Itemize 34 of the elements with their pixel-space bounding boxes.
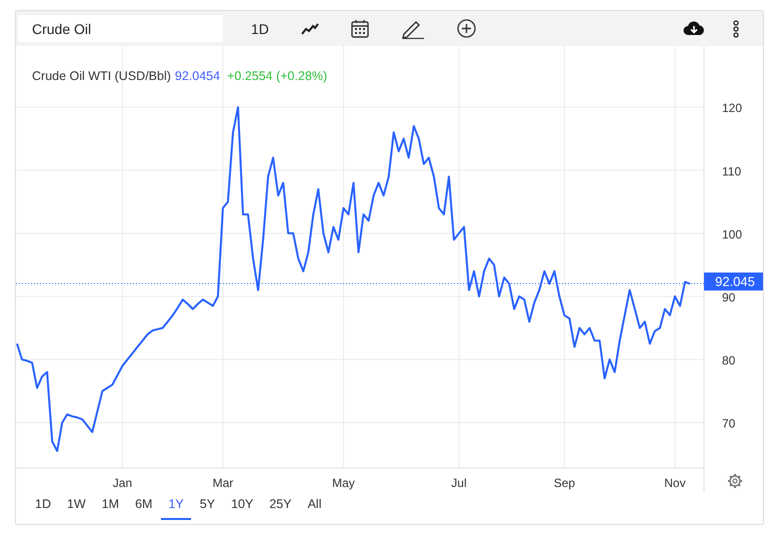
range-tab[interactable]: 5Y: [192, 493, 222, 520]
range-tab[interactable]: All: [300, 493, 328, 520]
search-field[interactable]: Crude Oil: [18, 15, 223, 42]
pencil-icon[interactable]: [400, 18, 425, 38]
range-tab[interactable]: 1M: [94, 493, 126, 520]
range-tab[interactable]: 25Y: [262, 493, 299, 520]
axis-label: 120: [722, 101, 742, 116]
axis-label: 100: [722, 227, 742, 242]
axis-label: 90: [722, 290, 736, 304]
axis-label: Jan: [112, 476, 132, 490]
axis-label: 110: [722, 164, 742, 178]
axis-label: Jul: [451, 476, 467, 490]
axis-label: Mar: [212, 476, 234, 490]
interval-button[interactable]: 1D: [251, 20, 269, 36]
axis-label: Sep: [554, 476, 576, 490]
last-price: 92.0454: [174, 69, 220, 83]
axis-label: 70: [722, 416, 736, 431]
price-tag: 92.045: [704, 272, 763, 291]
range-tab[interactable]: 10Y: [224, 493, 260, 520]
range-tab[interactable]: 1D: [28, 493, 58, 520]
instrument-name: Crude Oil WTI (USD/Bbl): [32, 69, 171, 83]
settings-icon[interactable]: [728, 474, 742, 488]
axis-label: May: [332, 476, 355, 490]
price-change: +0.2554 (+0.28%): [227, 69, 328, 83]
cloud-download-icon[interactable]: [683, 21, 705, 36]
line-chart-icon[interactable]: [300, 22, 319, 34]
add-icon[interactable]: [456, 19, 476, 38]
more-icon[interactable]: [733, 20, 739, 38]
axis-label: 80: [722, 354, 736, 368]
calendar-icon[interactable]: [350, 19, 369, 38]
axis-label: Nov: [664, 476, 686, 490]
range-tab[interactable]: 6M: [128, 493, 160, 520]
range-tab[interactable]: 1W: [60, 493, 93, 520]
range-tab[interactable]: 1Y: [161, 493, 191, 520]
